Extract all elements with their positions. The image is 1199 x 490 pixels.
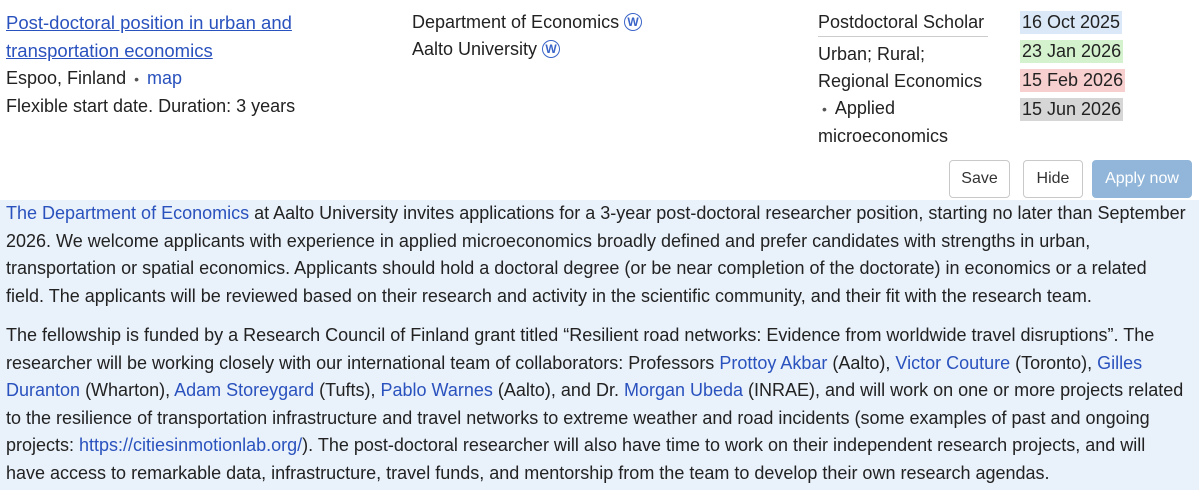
organization-column: Department of Economics W Aalto Universit…	[412, 9, 792, 63]
start-info: Flexible start date. Duration: 3 years	[6, 96, 296, 116]
collaborator-link[interactable]: Morgan Ubeda	[624, 380, 743, 400]
wikipedia-icon[interactable]: W	[624, 13, 643, 31]
field-tag: microeconomics	[818, 126, 949, 146]
collaborator-link[interactable]: Prottoy Akbar	[719, 353, 827, 373]
date-red: 15 Feb 2026	[1020, 69, 1126, 92]
bullet-separator: •	[822, 101, 827, 117]
job-listing-header: Post-doctoral position in urban and tran…	[0, 0, 1199, 198]
project-url-link[interactable]: https://citiesinmotionlab.org/	[79, 435, 302, 455]
department-name: Department of Economics	[412, 12, 620, 32]
job-description: The Department of Economics at Aalto Uni…	[0, 200, 1199, 490]
field-tag: Urban; Rural;	[818, 44, 926, 64]
position-column: Postdoctoral Scholar Urban; Rural; Regio…	[818, 9, 988, 150]
description-text: (Toronto),	[1010, 352, 1098, 373]
job-location: Espoo, Finland	[6, 68, 127, 88]
job-info-column: Post-doctoral position in urban and tran…	[6, 9, 396, 120]
map-link[interactable]: map	[147, 68, 182, 88]
date-green: 23 Jan 2026	[1020, 40, 1124, 63]
description-paragraph: The fellowship is funded by a Research C…	[0, 322, 1199, 487]
bullet-separator: •	[134, 71, 139, 87]
wikipedia-icon[interactable]: W	[542, 40, 561, 58]
description-text: (Wharton),	[80, 380, 175, 400]
date-posted: 16 Oct 2025	[1020, 11, 1123, 34]
collaborator-link[interactable]: Victor Couture	[895, 353, 1010, 373]
hide-button[interactable]: Hide	[1023, 160, 1083, 198]
description-text: (Aalto), and Dr.	[492, 380, 624, 400]
description-paragraph: The Department of Economics at Aalto Uni…	[0, 200, 1199, 310]
department-link[interactable]: The Department of Economics	[6, 203, 249, 223]
field-tag: Regional Economics	[818, 71, 983, 91]
apply-now-button[interactable]: Apply now	[1092, 160, 1192, 198]
date-gray: 15 Jun 2026	[1020, 98, 1124, 121]
description-text: (Aalto),	[827, 352, 896, 373]
dates-column: 16 Oct 2025 23 Jan 2026 15 Feb 2026 15 J…	[1020, 9, 1199, 125]
university-name: Aalto University	[412, 39, 538, 59]
description-text: (Tufts),	[314, 380, 381, 400]
position-type: Postdoctoral Scholar	[818, 9, 988, 37]
position-type-label: Postdoctoral Scholar	[818, 12, 985, 32]
collaborator-link[interactable]: Pablo Warnes	[381, 380, 493, 400]
collaborator-link[interactable]: Adam Storeygard	[174, 380, 314, 400]
job-title-link[interactable]: Post-doctoral position in urban and tran…	[6, 12, 292, 61]
save-button[interactable]: Save	[949, 160, 1010, 198]
field-tag: Applied	[834, 98, 895, 118]
